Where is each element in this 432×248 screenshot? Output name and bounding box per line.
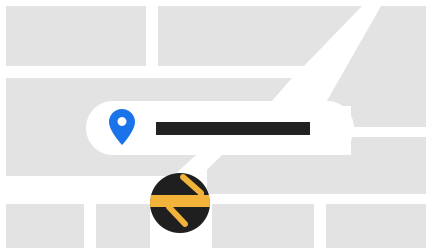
map-screen [0,0,432,248]
map-block [212,204,314,248]
vehicle-marker-icon[interactable] [149,172,211,234]
search-bar[interactable] [86,101,354,155]
location-pin-icon [109,109,135,145]
map-block [6,204,84,248]
map-block [158,6,362,66]
map-block [326,204,426,248]
search-text-placeholder-bar [156,122,310,135]
map-block [6,6,146,66]
map-block [96,204,150,248]
